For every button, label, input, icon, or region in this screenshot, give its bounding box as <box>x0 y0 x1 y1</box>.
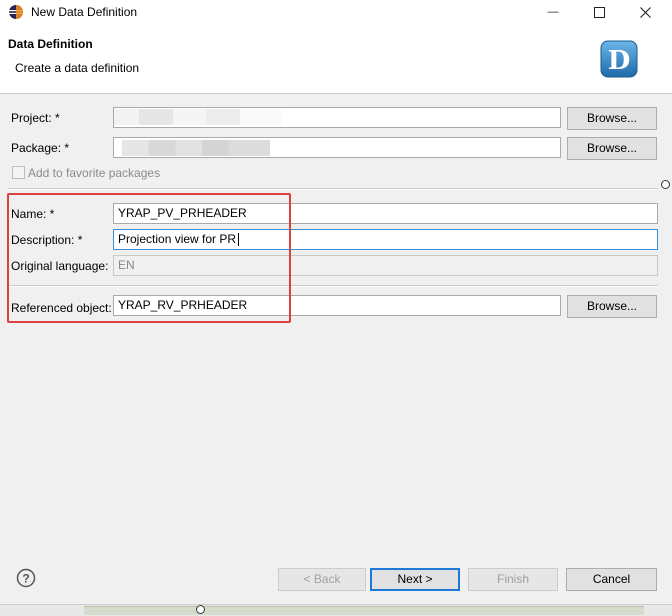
referenced-object-browse-button[interactable]: Browse... <box>567 295 657 318</box>
finish-button[interactable]: Finish <box>468 568 558 591</box>
highlight-box <box>7 193 291 323</box>
help-icon[interactable]: ? <box>16 568 36 588</box>
package-browse-button[interactable]: Browse... <box>567 137 657 160</box>
page-subtitle: Create a data definition <box>15 61 140 75</box>
redacted-value <box>122 140 270 156</box>
background-strip <box>84 606 644 615</box>
close-button[interactable] <box>622 0 668 24</box>
redacted-value <box>114 109 282 125</box>
back-button[interactable]: < Back <box>278 568 366 591</box>
close-icon <box>639 6 651 18</box>
window-title: New Data Definition <box>31 5 138 19</box>
resize-handle[interactable] <box>196 605 205 614</box>
separator <box>8 188 658 190</box>
page-title: Data Definition <box>8 37 93 51</box>
data-definition-logo-icon: D <box>599 39 639 79</box>
minimize-icon: — <box>547 6 559 18</box>
wizard-header <box>0 24 672 94</box>
resize-handle[interactable] <box>661 180 670 189</box>
project-label: Project: * <box>11 111 60 125</box>
maximize-button[interactable] <box>576 0 622 24</box>
package-field[interactable] <box>113 137 561 158</box>
logo-letter: D <box>608 46 631 76</box>
favorite-label: Add to favorite packages <box>28 166 161 180</box>
cancel-button[interactable]: Cancel <box>566 568 657 591</box>
project-field[interactable] <box>113 107 561 128</box>
project-browse-button[interactable]: Browse... <box>567 107 657 130</box>
package-label: Package: * <box>11 141 70 155</box>
maximize-icon <box>593 6 605 18</box>
favorite-checkbox[interactable] <box>12 166 25 179</box>
eclipse-icon <box>8 4 24 20</box>
svg-text:?: ? <box>22 572 29 586</box>
minimize-button[interactable]: — <box>530 0 576 24</box>
next-button[interactable]: Next > <box>370 568 460 591</box>
